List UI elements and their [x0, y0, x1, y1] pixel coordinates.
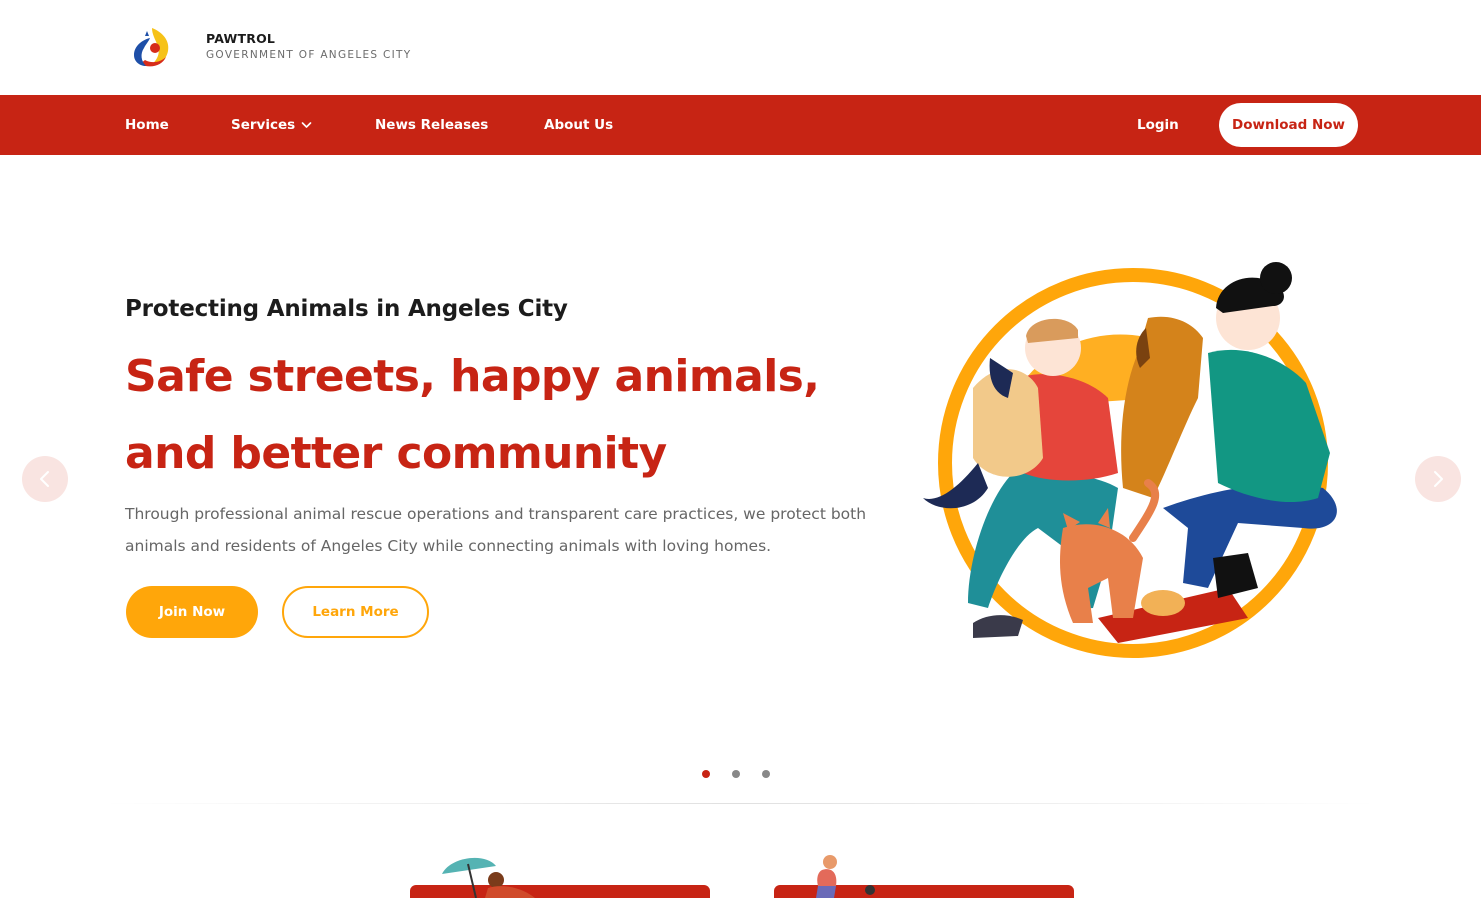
chevron-right-icon — [1434, 471, 1443, 487]
nav-services-dropdown[interactable]: Services — [231, 95, 312, 155]
brand-subtitle: GOVERNMENT OF ANGELES CITY — [206, 49, 412, 61]
hero-description: Through professional animal rescue opera… — [125, 505, 867, 555]
brand-text: PAWTROL GOVERNMENT OF ANGELES CITY — [206, 31, 411, 61]
carousel-dot-3[interactable] — [762, 770, 770, 778]
nav-services-label: Services — [231, 117, 296, 133]
person-with-umbrella-illustration — [442, 857, 535, 898]
carousel-next-button[interactable] — [1415, 456, 1461, 502]
people-with-pets-illustration — [923, 262, 1337, 658]
carousel-prev-button[interactable] — [22, 456, 68, 502]
hero-title: Safe streets, happy animals, and better … — [125, 351, 820, 479]
main-navbar: Home Services News Releases About Us Log… — [0, 95, 1481, 155]
brand-name: PAWTROL — [206, 31, 276, 46]
nav-home-link[interactable]: Home — [125, 95, 169, 155]
download-now-button[interactable]: Download Now — [1219, 103, 1358, 147]
carousel-dot-1[interactable] — [702, 770, 710, 778]
carousel-dot-2[interactable] — [732, 770, 740, 778]
carousel-dots — [700, 770, 780, 780]
chevron-down-icon — [301, 122, 312, 128]
join-now-button[interactable]: Join Now — [126, 586, 258, 638]
brand-header: PAWTROL GOVERNMENT OF ANGELES CITY — [0, 0, 1481, 95]
learn-more-button[interactable]: Learn More — [282, 586, 429, 638]
chevron-left-icon — [40, 471, 49, 487]
nav-news-releases-link[interactable]: News Releases — [375, 95, 488, 155]
person-with-pet-illustration — [816, 855, 875, 898]
pawtrol-logo-icon[interactable] — [128, 24, 174, 70]
section-divider — [100, 803, 1380, 804]
nav-about-link[interactable]: About Us — [544, 95, 613, 155]
nav-login-link[interactable]: Login — [1137, 95, 1179, 155]
hero-kicker: Protecting Animals in Angeles City — [125, 296, 568, 322]
